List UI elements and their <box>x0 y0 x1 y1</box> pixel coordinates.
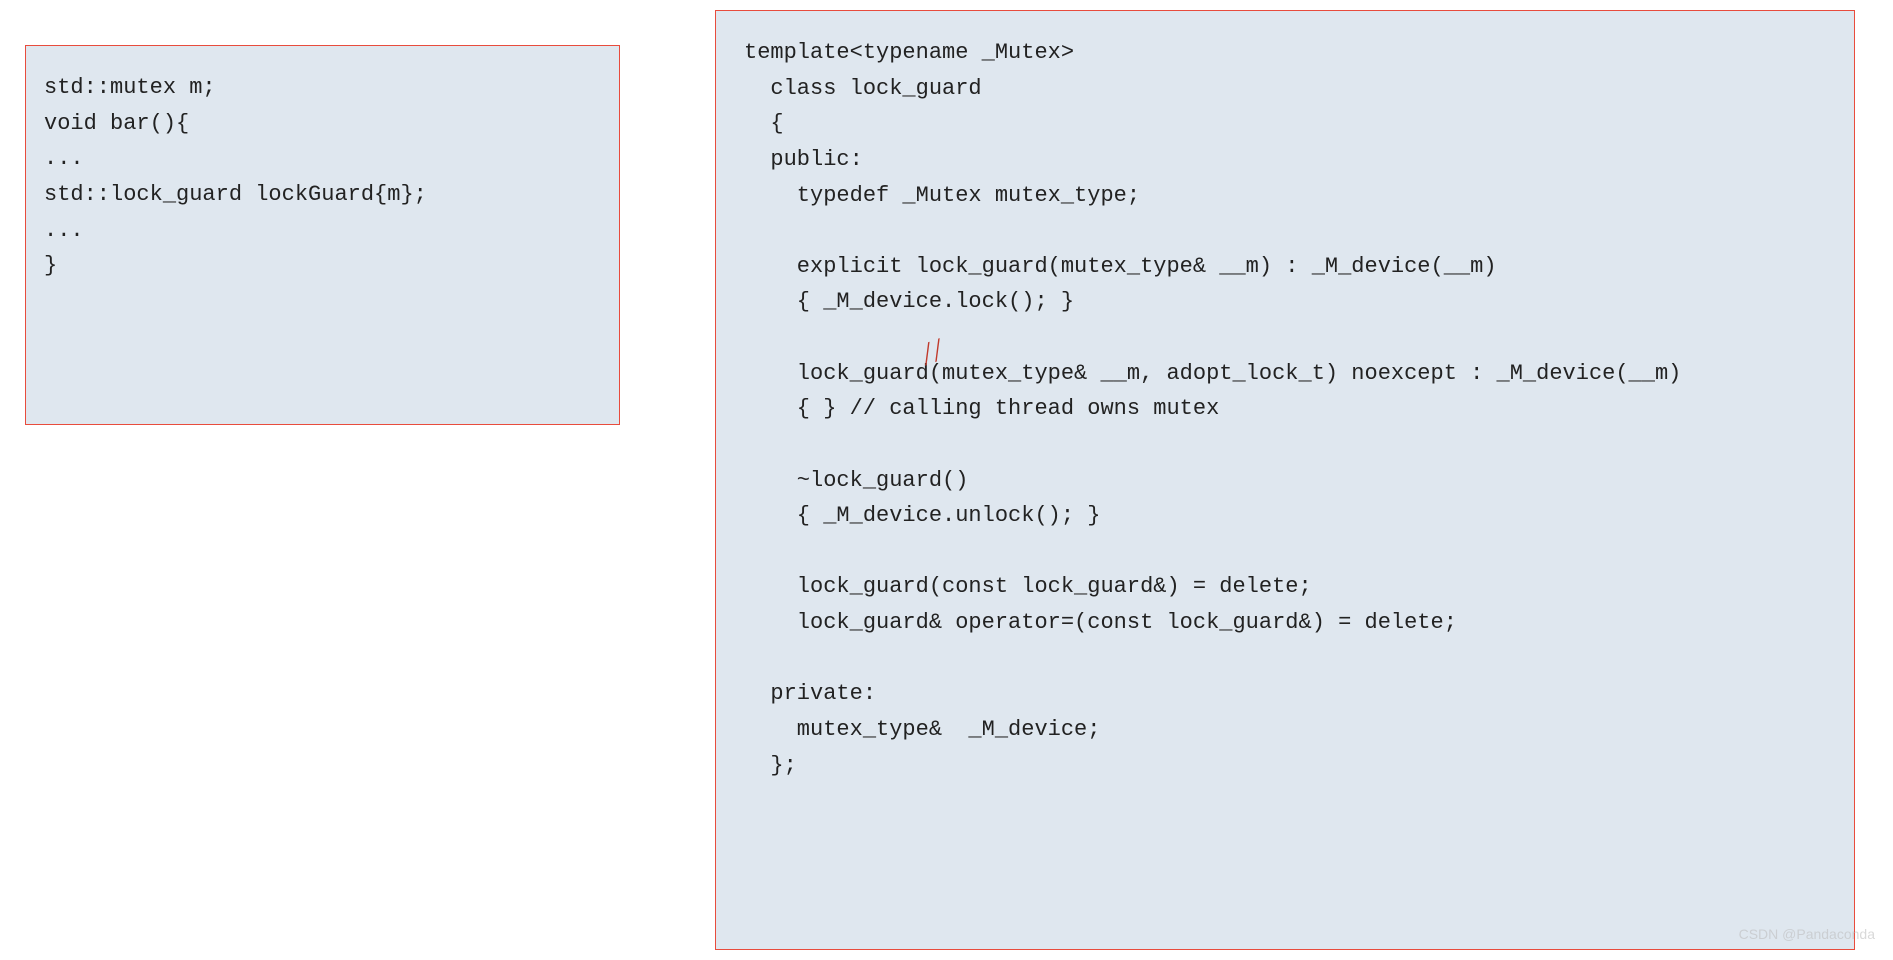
left-code-block: std::mutex m; void bar(){ ... std::lock_… <box>25 45 620 425</box>
watermark-text: CSDN @Pandaconda <box>1739 926 1875 942</box>
code-comparison-container: std::mutex m; void bar(){ ... std::lock_… <box>0 0 1893 960</box>
right-code-block: template<typename _Mutex> class lock_gua… <box>715 10 1855 950</box>
